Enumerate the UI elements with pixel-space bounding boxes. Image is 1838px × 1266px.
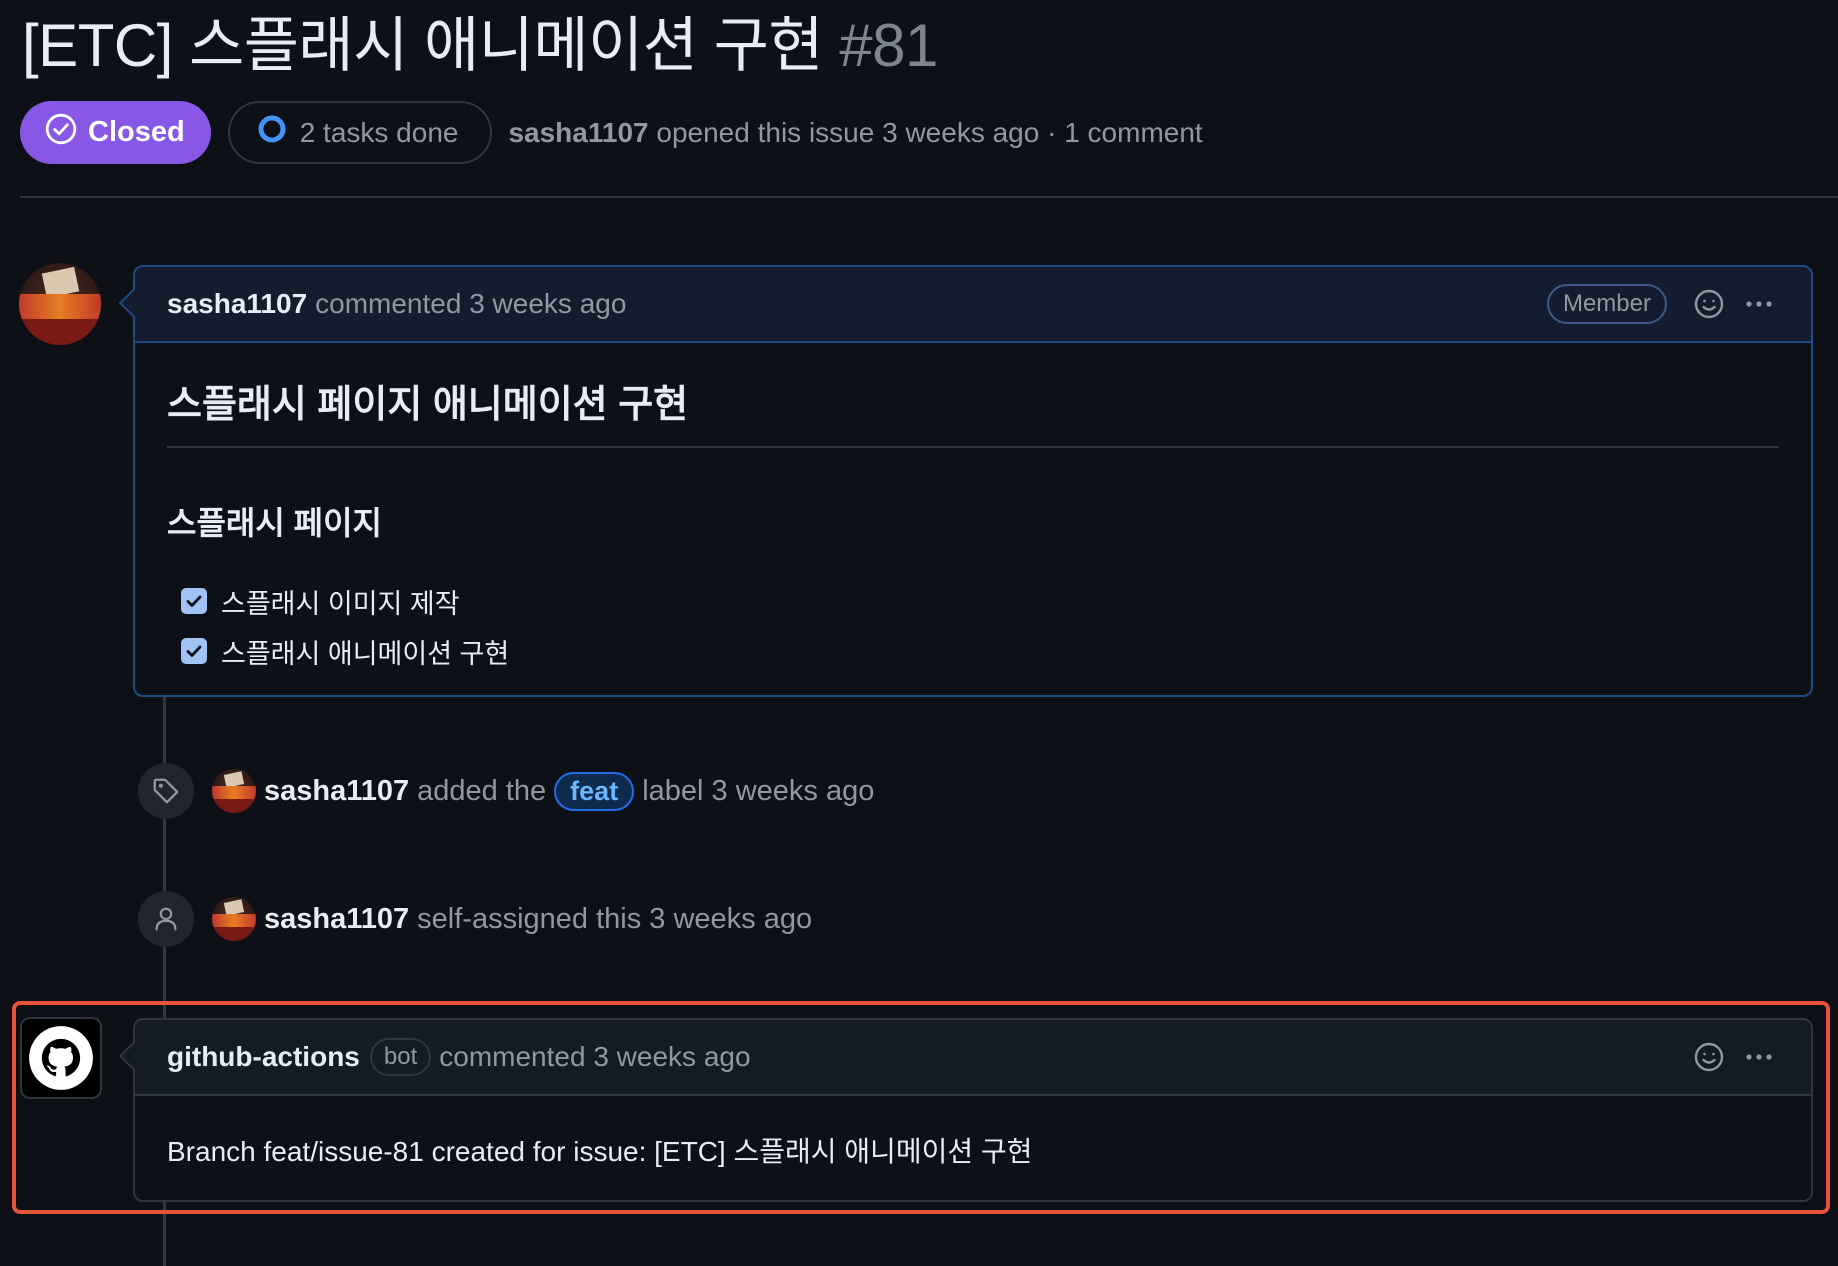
- task-label: 스플래시 이미지 제작: [221, 588, 460, 619]
- event-actor-link[interactable]: sasha1107: [264, 903, 409, 936]
- issue-opened-text: opened this issue 3 weeks ago · 1 commen…: [656, 116, 1203, 148]
- task-list-item: 스플래시 이미지 제작: [167, 576, 1779, 626]
- avatar-image-detail: [41, 266, 79, 298]
- check-circle-icon: [44, 112, 78, 154]
- timeline-event-assigned: sasha1107 self-assigned this 3 weeks ago: [138, 891, 812, 947]
- event-actor-link[interactable]: sasha1107: [264, 775, 409, 808]
- comment-header: sasha1107 commented 3 weeks ago Member: [135, 267, 1811, 343]
- label-feat[interactable]: feat: [554, 771, 635, 811]
- task-list-item: 스플래시 애니메이션 구현: [167, 626, 1779, 676]
- avatar[interactable]: [212, 769, 256, 813]
- comment-header: github-actions bot commented 3 weeks ago: [135, 1020, 1811, 1096]
- progress-ring-icon: [256, 113, 288, 152]
- task-checkbox[interactable]: [181, 588, 207, 614]
- avatar[interactable]: [19, 263, 101, 345]
- issue-title-text: [ETC] 스플래시 애니메이션 구현: [22, 12, 824, 79]
- tasks-progress-label: 2 tasks done: [299, 116, 459, 148]
- issue-title: [ETC] 스플래시 애니메이션 구현 #81: [22, 6, 938, 86]
- issue-comment: sasha1107 commented 3 weeks ago Member 스…: [118, 265, 1813, 697]
- avatar-image-detail: [212, 798, 256, 813]
- comment-heading-1: 스플래시 페이지 애니메이션 구현: [167, 343, 1779, 448]
- issue-state-badge: Closed: [20, 101, 211, 164]
- event-text: label 3 weeks ago: [642, 774, 875, 807]
- issue-page: [ETC] 스플래시 애니메이션 구현 #81 Closed 2 tasks d…: [0, 0, 1838, 1266]
- comment-author-link[interactable]: sasha1107: [167, 288, 307, 320]
- comment-body: 스플래시 페이지 애니메이션 구현 스플래시 페이지 스플래시 이미지 제작 스…: [135, 343, 1811, 676]
- timeline-event-labeled: sasha1107 added the feat label 3 weeks a…: [138, 763, 874, 819]
- comment-heading-2: 스플래시 페이지: [167, 505, 382, 541]
- comment-author-link[interactable]: github-actions: [167, 1041, 360, 1073]
- github-logo-icon[interactable]: [20, 1017, 102, 1099]
- issue-meta-row: Closed 2 tasks done sasha1107 opened thi…: [20, 101, 1203, 164]
- issue-state-label: Closed: [88, 116, 185, 148]
- avatar[interactable]: [212, 897, 256, 941]
- task-checkbox[interactable]: [181, 638, 207, 664]
- smiley-icon[interactable]: [1689, 284, 1729, 324]
- task-list: 스플래시 이미지 제작 스플래시 애니메이션 구현: [167, 576, 1779, 676]
- issue-number: #81: [839, 12, 938, 79]
- task-label: 스플래시 애니메이션 구현: [221, 638, 510, 669]
- avatar-image-detail: [212, 913, 256, 927]
- tag-icon: [138, 763, 194, 819]
- issue-author-link[interactable]: sasha1107: [508, 117, 648, 148]
- comment-timestamp[interactable]: commented 3 weeks ago: [315, 288, 626, 320]
- issue-opened-info: sasha1107 opened this issue 3 weeks ago …: [508, 117, 1202, 149]
- event-text: self-assigned this 3 weeks ago: [417, 902, 813, 935]
- member-badge: Member: [1546, 284, 1667, 324]
- comment-body: Branch feat/issue-81 created for issue: …: [167, 1136, 1033, 1167]
- avatar-image-detail: [19, 318, 101, 345]
- avatar-image-detail: [212, 926, 256, 941]
- person-icon: [138, 891, 194, 947]
- bot-comment: github-actions bot commented 3 weeks ago…: [118, 1018, 1813, 1202]
- avatar-image-detail: [212, 785, 256, 799]
- tasks-progress-badge[interactable]: 2 tasks done: [227, 101, 493, 164]
- smiley-icon[interactable]: [1689, 1037, 1729, 1077]
- bot-badge: bot: [369, 1038, 432, 1076]
- header-divider: [20, 196, 1838, 198]
- kebab-horizontal-icon[interactable]: [1739, 1037, 1779, 1077]
- event-text: added the: [417, 774, 547, 807]
- kebab-horizontal-icon[interactable]: [1739, 284, 1779, 324]
- avatar-image-detail: [19, 294, 101, 319]
- comment-timestamp[interactable]: commented 3 weeks ago: [439, 1041, 750, 1073]
